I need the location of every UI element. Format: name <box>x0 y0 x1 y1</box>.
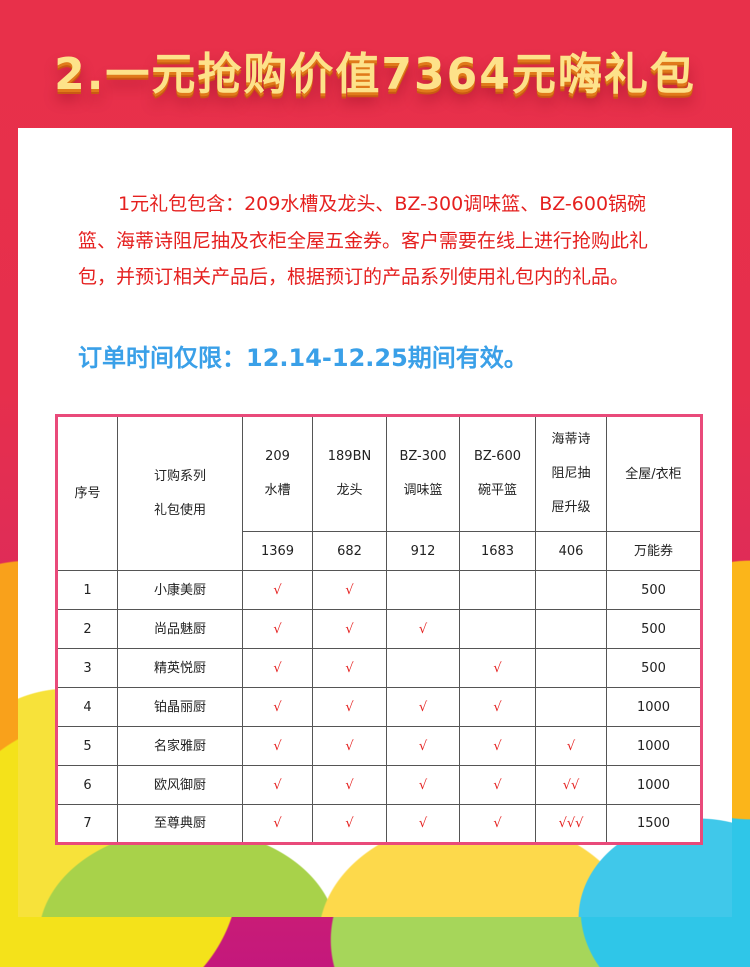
header-col: BZ-300 调味篮 <box>386 415 460 532</box>
check-cell: √ <box>242 765 313 805</box>
row-voucher: 500 <box>606 609 702 649</box>
gift-table: 序号 订购系列礼包使用 209 水槽 189BN 龙头 BZ-300 调味篮 BZ-6… <box>55 414 703 845</box>
header-row: 序号 订购系列礼包使用 209 水槽 189BN 龙头 BZ-300 调味篮 BZ-6… <box>56 415 702 571</box>
check-cell: √ <box>312 726 387 766</box>
check-cell <box>535 570 607 610</box>
table-row: 3 精英悦厨 √ √ √ 500 <box>56 648 702 688</box>
row-series: 尚品魅厨 <box>117 609 243 649</box>
check-cell: √ <box>242 648 313 688</box>
check-cell: √ <box>312 648 387 688</box>
check-cell: √ <box>312 804 387 844</box>
row-no: 3 <box>56 648 118 688</box>
row-voucher: 1000 <box>606 765 702 805</box>
page-title: 2.一元抢购价值7364元嗨礼包 <box>54 49 696 100</box>
check-cell <box>386 648 460 688</box>
row-series: 铂晶丽厨 <box>117 687 243 727</box>
check-cell: √ <box>242 570 313 610</box>
header-series: 订购系列 礼包使用 <box>117 415 243 571</box>
row-voucher: 1000 <box>606 726 702 766</box>
row-no: 4 <box>56 687 118 727</box>
col-value-last: 万能券 <box>606 531 702 571</box>
col-l1: 189BN <box>327 449 372 465</box>
header-col: 189BN 龙头 <box>312 415 387 532</box>
col-value: 682 <box>312 531 387 571</box>
check-cell: √ <box>459 804 536 844</box>
row-series: 名家雅厨 <box>117 726 243 766</box>
table-row: 2 尚品魅厨 √ √ √ 500 <box>56 609 702 649</box>
check-cell <box>535 648 607 688</box>
col-value: 406 <box>535 531 607 571</box>
check-cell: √ <box>242 726 313 766</box>
row-series: 欧风御厨 <box>117 765 243 805</box>
check-cell: √ <box>459 648 536 688</box>
row-no: 2 <box>56 609 118 649</box>
row-voucher: 1000 <box>606 687 702 727</box>
row-voucher: 500 <box>606 570 702 610</box>
order-period: 订单时间仅限：12.14-12.25期间有效。 <box>78 344 528 372</box>
col-value: 912 <box>386 531 460 571</box>
header-col: BZ-600 碗平篮 <box>459 415 536 532</box>
check-cell <box>459 609 536 649</box>
row-series: 至尊典厨 <box>117 804 243 844</box>
header-last: 全屋/衣柜 <box>606 415 702 532</box>
check-cell: √ <box>386 804 460 844</box>
check-cell: √ <box>242 804 313 844</box>
col-l3: 屉升级 <box>551 499 591 515</box>
col-l2: 阻尼抽 <box>551 466 591 482</box>
header-no: 序号 <box>56 415 118 571</box>
table-row: 7 至尊典厨 √ √ √ √ √√√ 1500 <box>56 804 702 844</box>
check-cell <box>386 570 460 610</box>
check-cell: √ <box>242 609 313 649</box>
check-cell: √ <box>386 765 460 805</box>
check-cell: √ <box>312 570 387 610</box>
col-value: 1683 <box>459 531 536 571</box>
check-cell: √√ <box>535 765 607 805</box>
check-cell: √ <box>242 687 313 727</box>
check-cell: √ <box>459 726 536 766</box>
table-row: 4 铂晶丽厨 √ √ √ √ 1000 <box>56 687 702 727</box>
header-series-l1: 订购系列 <box>153 468 206 484</box>
col-l1: BZ-600 <box>473 449 522 465</box>
check-cell <box>459 570 536 610</box>
check-cell: √ <box>459 687 536 727</box>
intro-text: 1元礼包包含：209水槽及龙头、BZ-300调味篮、BZ-600锅碗篮、海蒂诗阻… <box>78 193 649 288</box>
check-cell: √ <box>535 726 607 766</box>
header-col: 海蒂诗 阻尼抽 屉升级 <box>535 415 607 532</box>
col-value: 1369 <box>242 531 313 571</box>
check-cell: √ <box>312 765 387 805</box>
row-series: 小康美厨 <box>117 570 243 610</box>
col-l2: 调味篮 <box>403 483 443 498</box>
check-cell: √ <box>386 687 460 727</box>
check-cell: √ <box>386 726 460 766</box>
col-l2: 水槽 <box>264 483 291 498</box>
row-no: 6 <box>56 765 118 805</box>
check-cell: √ <box>386 609 460 649</box>
check-cell <box>535 609 607 649</box>
check-cell: √ <box>459 765 536 805</box>
col-l2: 碗平篮 <box>477 483 517 498</box>
row-no: 7 <box>56 804 118 844</box>
col-l1: BZ-300 <box>399 449 447 465</box>
col-l1: 海蒂诗 <box>551 432 591 448</box>
row-series: 精英悦厨 <box>117 648 243 688</box>
row-voucher: 1500 <box>606 804 702 844</box>
check-cell: √ <box>312 609 387 649</box>
check-cell <box>535 687 607 727</box>
check-cell: √ <box>312 687 387 727</box>
row-no: 5 <box>56 726 118 766</box>
table-row: 5 名家雅厨 √ √ √ √ √ 1000 <box>56 726 702 766</box>
row-no: 1 <box>56 570 118 610</box>
header-series-l2: 礼包使用 <box>153 502 206 518</box>
table-row: 1 小康美厨 √ √ 500 <box>56 570 702 610</box>
check-cell: √√√ <box>535 804 607 844</box>
table-row: 6 欧风御厨 √ √ √ √ √√ 1000 <box>56 765 702 805</box>
col-l2: 龙头 <box>336 483 363 498</box>
header-col: 209 水槽 <box>242 415 313 532</box>
row-voucher: 500 <box>606 648 702 688</box>
content-panel: 1元礼包包含：209水槽及龙头、BZ-300调味篮、BZ-600锅碗篮、海蒂诗阻… <box>18 128 732 917</box>
col-l1: 209 <box>265 449 290 465</box>
